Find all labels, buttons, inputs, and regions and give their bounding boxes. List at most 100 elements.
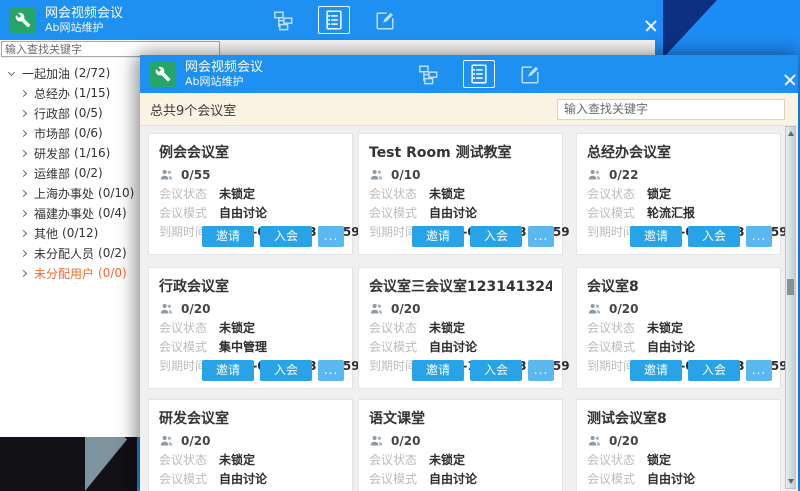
more-button[interactable]: ... bbox=[746, 360, 772, 381]
members-icon bbox=[369, 301, 384, 316]
join-button[interactable]: 入会 bbox=[260, 360, 312, 381]
status-label: 会议状态 bbox=[159, 453, 219, 467]
compose-icon[interactable] bbox=[374, 9, 396, 31]
status-value: 锁定 bbox=[647, 187, 671, 201]
room-window-titlebar: 网会视频会议 Ab网站维护 bbox=[140, 55, 798, 93]
room-name: 例会会议室 bbox=[159, 142, 342, 162]
room-occupancy: 0/20 bbox=[181, 302, 210, 316]
tree-item-count: (0/0) bbox=[98, 266, 127, 280]
scrollbar-thumb[interactable] bbox=[787, 279, 794, 295]
room-card: 会议室8 0/20 会议状态 未锁定 会议模式 自由讨论 到期时间 2022-0… bbox=[576, 267, 781, 389]
vertical-scrollbar[interactable] bbox=[785, 126, 796, 489]
invite-button[interactable]: 邀请 bbox=[630, 226, 682, 247]
status-value: 未锁定 bbox=[219, 453, 255, 467]
members-icon bbox=[159, 167, 174, 182]
tree-item-label: 运维部 bbox=[34, 165, 70, 182]
invite-button[interactable]: 邀请 bbox=[412, 226, 464, 247]
room-window-controls bbox=[756, 55, 798, 93]
more-button[interactable]: ... bbox=[528, 360, 554, 381]
mode-value: 自由讨论 bbox=[219, 206, 267, 220]
room-toolbar bbox=[417, 55, 541, 93]
status-label: 会议状态 bbox=[159, 321, 219, 335]
chevron-icon bbox=[20, 229, 27, 236]
room-grid: 例会会议室 0/55 会议状态 未锁定 会议模式 自由讨论 到期时间 2028-… bbox=[140, 126, 798, 491]
members-icon bbox=[587, 301, 602, 316]
app-logo bbox=[150, 61, 176, 87]
scroll-up-icon[interactable] bbox=[788, 131, 794, 136]
room-card: 测试会议室8 0/20 会议状态 锁定 会议模式 自由讨论 到期时间 2021-… bbox=[576, 399, 781, 491]
room-name: 测试会议室8 bbox=[587, 408, 770, 428]
invite-button[interactable]: 邀请 bbox=[630, 360, 682, 381]
mode-label: 会议模式 bbox=[587, 472, 647, 486]
mode-value: 自由讨论 bbox=[429, 340, 477, 354]
join-button[interactable]: 入会 bbox=[688, 226, 740, 247]
chevron-icon bbox=[20, 209, 27, 216]
room-count-summary: 总共9个会议室 bbox=[150, 100, 236, 119]
tree-item-label: 市场部 bbox=[34, 125, 70, 142]
wrench-icon bbox=[155, 66, 171, 82]
room-list-button-active[interactable] bbox=[318, 6, 350, 34]
more-button[interactable]: ... bbox=[318, 360, 344, 381]
join-button[interactable]: 入会 bbox=[470, 226, 522, 247]
compose-icon[interactable] bbox=[519, 63, 541, 85]
members-icon bbox=[587, 433, 602, 448]
chevron-icon bbox=[8, 68, 15, 75]
tree-item-count: (0/6) bbox=[74, 126, 103, 140]
invite-button[interactable]: 邀请 bbox=[202, 360, 254, 381]
room-card: 会议室三会议室123141324141三会... 0/20 会议状态 未锁定 会… bbox=[358, 267, 563, 389]
room-card: 行政会议室 0/20 会议状态 未锁定 会议模式 集中管理 到期时间 2023-… bbox=[148, 267, 353, 389]
status-label: 会议状态 bbox=[369, 453, 429, 467]
join-button[interactable]: 入会 bbox=[688, 360, 740, 381]
mode-label: 会议模式 bbox=[159, 472, 219, 486]
tree-item-label: 未分配人员 bbox=[34, 245, 94, 262]
mode-value: 轮流汇报 bbox=[647, 206, 695, 220]
org-tree-icon[interactable] bbox=[272, 9, 294, 31]
members-icon bbox=[587, 167, 602, 182]
chevron-icon bbox=[20, 129, 27, 136]
more-button[interactable]: ... bbox=[528, 226, 554, 247]
status-label: 会议状态 bbox=[369, 187, 429, 201]
more-button[interactable]: ... bbox=[746, 226, 772, 247]
tree-item-count: (0/2) bbox=[98, 246, 127, 260]
status-label: 会议状态 bbox=[369, 321, 429, 335]
tree-item-count: (1/16) bbox=[74, 146, 110, 160]
room-occupancy: 0/55 bbox=[181, 168, 210, 182]
tree-item-count: (0/12) bbox=[62, 226, 98, 240]
mode-label: 会议模式 bbox=[369, 340, 429, 354]
invite-button[interactable]: 邀请 bbox=[412, 360, 464, 381]
org-tree-icon[interactable] bbox=[417, 63, 439, 85]
tree-item-label: 福建办事处 bbox=[34, 205, 94, 222]
room-occupancy: 0/20 bbox=[609, 302, 638, 316]
join-button[interactable]: 入会 bbox=[470, 360, 522, 381]
mode-label: 会议模式 bbox=[369, 206, 429, 220]
tree-item-label: 研发部 bbox=[34, 145, 70, 162]
app-logo bbox=[10, 7, 36, 33]
room-list-window: 网会视频会议 Ab网站维护 bbox=[140, 55, 798, 491]
members-icon bbox=[369, 433, 384, 448]
invite-button[interactable]: 邀请 bbox=[202, 226, 254, 247]
status-value: 未锁定 bbox=[429, 321, 465, 335]
status-value: 未锁定 bbox=[219, 321, 255, 335]
room-list-button-active[interactable] bbox=[463, 60, 495, 88]
mode-value: 自由讨论 bbox=[429, 472, 477, 486]
tree-item-label: 一起加油 bbox=[22, 65, 70, 82]
mode-label: 会议模式 bbox=[159, 206, 219, 220]
join-button[interactable]: 入会 bbox=[260, 226, 312, 247]
scroll-down-icon[interactable] bbox=[788, 479, 794, 484]
room-name: 研发会议室 bbox=[159, 408, 342, 428]
mode-value: 自由讨论 bbox=[647, 472, 695, 486]
main-window-controls bbox=[617, 0, 655, 40]
main-toolbar bbox=[272, 0, 396, 40]
wrench-icon bbox=[15, 12, 31, 28]
room-card: 总经办会议室 0/22 会议状态 锁定 会议模式 轮流汇报 到期时间 2022-… bbox=[576, 133, 781, 255]
status-value: 未锁定 bbox=[647, 321, 683, 335]
mode-value: 自由讨论 bbox=[429, 206, 477, 220]
tree-item-label: 未分配用户 bbox=[34, 265, 94, 282]
room-name: 总经办会议室 bbox=[587, 142, 770, 162]
room-name: Test Room 测试教室 bbox=[369, 142, 552, 162]
room-search-input[interactable] bbox=[557, 99, 785, 120]
status-value: 未锁定 bbox=[429, 453, 465, 467]
status-label: 会议状态 bbox=[587, 321, 647, 335]
room-card: 研发会议室 0/20 会议状态 未锁定 会议模式 自由讨论 到期时间 2022-… bbox=[148, 399, 353, 491]
more-button[interactable]: ... bbox=[318, 226, 344, 247]
